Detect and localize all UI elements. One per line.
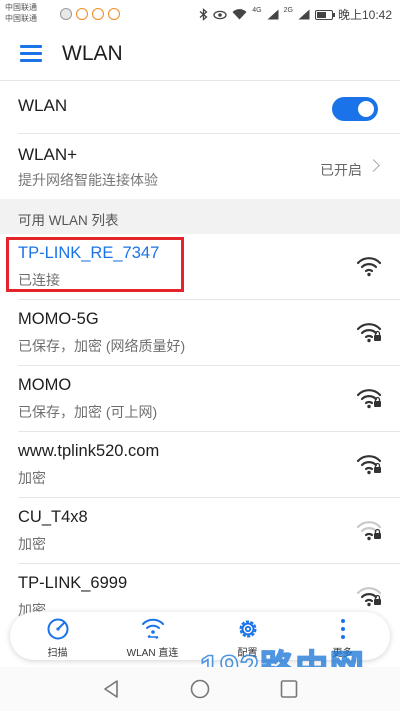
scan-label: 扫描	[47, 648, 68, 659]
carrier-2: 中国联通	[5, 14, 37, 23]
signal-icon-2	[298, 9, 310, 20]
network-item[interactable]: CU_T4x8 加密	[0, 498, 400, 563]
status-bar: 中国联通 中国联通 4G 2G 晚上10:42	[0, 0, 400, 28]
scan-icon	[47, 618, 68, 640]
signal-icon	[267, 9, 279, 20]
bluetooth-icon	[199, 8, 208, 21]
menu-icon[interactable]	[20, 45, 42, 63]
gear-icon	[239, 620, 256, 638]
wifi-locked-icon	[356, 389, 382, 409]
navigation-bar	[0, 667, 400, 711]
page-title: WLAN	[62, 42, 123, 65]
wlan-plus-description: 提升网络智能连接体验	[18, 172, 158, 188]
network-item[interactable]: MOMO 已保存，加密 (可上网)	[0, 366, 400, 431]
wifi-locked-weak-icon	[356, 587, 382, 607]
status-icons: 4G 2G 晚上10:42	[199, 6, 392, 23]
config-button[interactable]: 配置	[200, 612, 295, 660]
network-type-4g: 4G	[252, 7, 262, 14]
eye-comfort-icon	[213, 10, 227, 19]
back-icon[interactable]	[102, 679, 120, 699]
network-name: MOMO-5G	[18, 310, 99, 328]
network-type-2g: 2G	[283, 7, 293, 14]
app-notification-icon	[76, 8, 88, 20]
carrier-info: 中国联通 中国联通	[5, 2, 37, 24]
clock: 晚上10:42	[337, 8, 392, 22]
wlan-label: WLAN	[18, 96, 68, 115]
network-name: MOMO	[18, 376, 72, 394]
wlan-toggle-row[interactable]: WLAN	[0, 81, 400, 133]
wifi-locked-icon	[356, 455, 382, 475]
network-status: 加密	[18, 536, 46, 552]
wifi-locked-weak-icon	[356, 521, 382, 541]
carrier-1: 中国联通	[5, 3, 37, 12]
wlan-plus-status: 已开启	[320, 162, 362, 178]
app-notification-icon	[92, 8, 104, 20]
network-status: 已保存，加密 (可上网)	[18, 404, 158, 420]
wlan-plus-row[interactable]: WLAN+ 提升网络智能连接体验 已开启	[0, 134, 400, 199]
switch-knob	[358, 101, 374, 117]
network-name: www.tplink520.com	[18, 442, 160, 460]
wlan-direct-icon	[141, 618, 164, 640]
more-button[interactable]: 更多	[295, 612, 390, 660]
app-bar: WLAN	[0, 28, 400, 80]
wifi-locked-icon	[356, 323, 382, 343]
network-status: 已保存，加密 (网络质量好)	[18, 338, 186, 354]
wifi-signal-icon	[356, 257, 382, 277]
network-status: 加密	[18, 470, 46, 486]
app-notification-icon	[108, 8, 120, 20]
home-icon[interactable]	[190, 679, 210, 699]
message-notification-icon	[60, 8, 72, 20]
chevron-right-icon	[367, 159, 380, 172]
wlan-direct-button[interactable]: WLAN 直连	[105, 612, 200, 660]
available-networks-header: 可用 WLAN 列表	[0, 199, 400, 234]
wifi-status-icon	[232, 9, 247, 20]
highlight-annotation	[6, 237, 184, 292]
network-name: TP-LINK_6999	[18, 574, 128, 592]
network-item[interactable]: www.tplink520.com 加密	[0, 432, 400, 497]
network-item[interactable]: MOMO-5G 已保存，加密 (网络质量好)	[0, 300, 400, 365]
more-label: 更多	[332, 648, 353, 659]
recent-apps-icon[interactable]	[280, 679, 298, 699]
more-vertical-icon	[340, 619, 345, 639]
config-label: 配置	[237, 648, 258, 659]
wlan-switch[interactable]	[332, 97, 378, 121]
scan-button[interactable]: 扫描	[10, 612, 105, 660]
bottom-toolbar: 扫描 WLAN 直连 配置 更多	[10, 612, 390, 660]
section-title: 可用 WLAN 列表	[18, 213, 119, 228]
battery-icon	[314, 9, 335, 20]
wlan-plus-label: WLAN+	[18, 145, 78, 164]
wlan-direct-label: WLAN 直连	[126, 648, 179, 659]
notification-icons	[60, 8, 120, 20]
network-name: CU_T4x8	[18, 508, 88, 526]
